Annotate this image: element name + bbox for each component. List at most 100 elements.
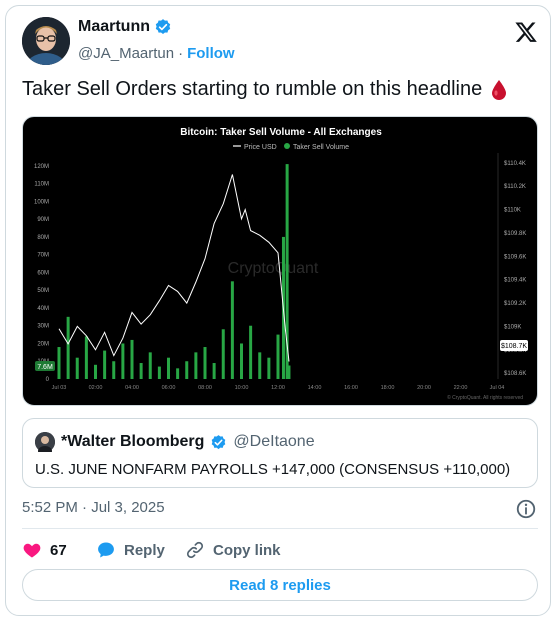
volume-bar [240, 343, 243, 379]
info-icon[interactable] [515, 498, 537, 520]
x-axis-tick: 04:00 [125, 385, 139, 391]
volume-bar [148, 352, 152, 379]
right-axis-tick: $110.4K [504, 161, 526, 167]
like-count: 67 [50, 541, 67, 559]
volume-bar [157, 366, 161, 379]
left-axis-tick: 80M [37, 235, 49, 241]
volume-bar [258, 352, 262, 379]
quoted-author-handle: @DeItaone [233, 433, 315, 450]
chart-footer: © CryptoQuant. All rights reserved [447, 394, 523, 401]
volume-bar [66, 316, 70, 379]
tweet-text-row: Taker Sell Orders starting to rumble on … [22, 78, 508, 101]
x-axis-tick: Jul 03 [52, 385, 67, 391]
legend-price: Price USD [244, 144, 277, 151]
volume-bar [185, 361, 189, 379]
tweet-text: Taker Sell Orders starting to rumble on … [22, 78, 483, 100]
left-axis-tick: 0 [46, 377, 50, 383]
right-axis-tick: $108.6K [504, 371, 526, 377]
separator-dot: · [178, 45, 184, 62]
x-axis-tick: 10:00 [235, 385, 249, 391]
copy-link-label: Copy link [213, 541, 281, 559]
volume-bar [121, 343, 125, 379]
reply-label: Reply [124, 541, 165, 559]
left-axis-tick: 100M [34, 199, 49, 205]
volume-bar [167, 357, 170, 379]
right-axis-tick: $109K [504, 324, 521, 330]
reply-button[interactable]: Reply [96, 540, 185, 560]
author-handle-row: @JA_Maartun · Follow [78, 45, 235, 62]
left-axis-tick: 110M [34, 182, 49, 188]
x-axis-tick: 02:00 [89, 385, 103, 391]
author-name[interactable]: Maartunn [78, 18, 150, 36]
left-axis-tick: 60M [37, 270, 49, 276]
left-axis-tick: 20M [37, 341, 49, 347]
volume-bar [94, 364, 97, 379]
verified-badge-icon [155, 19, 171, 34]
volume-bar [103, 350, 107, 379]
right-axis-tick: $109.8K [504, 231, 526, 237]
volume-bar [287, 365, 291, 379]
left-axis-tick: 40M [37, 306, 49, 312]
quoted-tweet-header: *Walter Bloomberg @DeItaone [35, 432, 315, 456]
volume-bar [112, 361, 116, 379]
right-axis-tick: $109.4K [504, 278, 526, 284]
copy-link-button[interactable]: Copy link [185, 540, 281, 560]
volume-bar [84, 336, 88, 379]
taker-sell-volume-chart: Bitcoin: Taker Sell Volume - All Exchang… [34, 127, 528, 401]
volume-bar [57, 347, 61, 379]
x-axis-tick: Jul 04 [490, 385, 505, 391]
avatar[interactable] [22, 17, 70, 65]
heart-icon [23, 543, 41, 558]
volume-bar [276, 334, 280, 379]
volume-bar [203, 347, 207, 379]
chart-legend: Price USD Taker Sell Volume [233, 143, 349, 151]
volume-bar [212, 363, 216, 379]
left-axis-tick: 120M [34, 164, 49, 170]
quoted-avatar [35, 432, 55, 456]
x-axis-tick: 06:00 [162, 385, 176, 391]
volume-bar [176, 368, 180, 379]
action-bar: 67 Reply Copy link [22, 537, 281, 563]
volume-bar [139, 363, 143, 379]
x-axis-tick: 18:00 [381, 385, 395, 391]
right-axis-tick: $109.6K [504, 254, 526, 260]
last-volume-label: 7.6M [35, 361, 55, 371]
x-axis-tick: 16:00 [344, 385, 358, 391]
quoted-tweet[interactable]: *Walter Bloomberg @DeItaone U.S. JUNE NO… [22, 418, 538, 488]
link-icon [186, 541, 204, 559]
x-axis-tick: 14:00 [308, 385, 322, 391]
tweet-timestamp[interactable]: 5:52 PM · Jul 3, 2025 [22, 499, 165, 516]
drop-of-blood-icon [492, 79, 507, 100]
right-axis-tick: $110K [504, 208, 521, 214]
author-handle[interactable]: @JA_Maartun [78, 45, 174, 62]
svg-text:$108.7K: $108.7K [501, 343, 527, 350]
quoted-tweet-text: U.S. JUNE NONFARM PAYROLLS +147,000 (CON… [35, 461, 511, 478]
right-axis-tick: $109.2K [504, 301, 526, 307]
chart-watermark: CryptoQuant [228, 260, 319, 277]
last-price-label: $108.7K [500, 340, 528, 351]
like-button[interactable]: 67 [22, 540, 96, 560]
right-axis-tick: $110.2K [504, 184, 526, 190]
left-axis-tick: 50M [37, 288, 49, 294]
left-axis-tick: 90M [37, 217, 49, 223]
legend-volume: Taker Sell Volume [293, 144, 349, 151]
volume-bar [230, 281, 234, 379]
left-axis-tick: 30M [37, 324, 49, 330]
x-logo-icon[interactable] [514, 20, 538, 44]
divider [22, 528, 538, 529]
chart-title: Bitcoin: Taker Sell Volume - All Exchang… [180, 127, 382, 138]
read-replies-button[interactable]: Read 8 replies [22, 569, 538, 601]
volume-bar [267, 357, 271, 379]
volume-bar [75, 357, 79, 379]
author-name-row[interactable]: Maartunn [78, 18, 172, 36]
x-axis-tick: 08:00 [198, 385, 212, 391]
reply-bubble-icon [98, 542, 114, 558]
volume-bar [221, 329, 225, 379]
verified-badge-icon [212, 434, 226, 449]
volume-bar [130, 339, 134, 379]
svg-text:7.6M: 7.6M [37, 364, 53, 371]
x-axis-tick: 20:00 [417, 385, 431, 391]
x-axis-tick: 22:00 [454, 385, 468, 391]
chart-image[interactable]: Bitcoin: Taker Sell Volume - All Exchang… [22, 116, 538, 406]
follow-button[interactable]: Follow [187, 45, 235, 62]
